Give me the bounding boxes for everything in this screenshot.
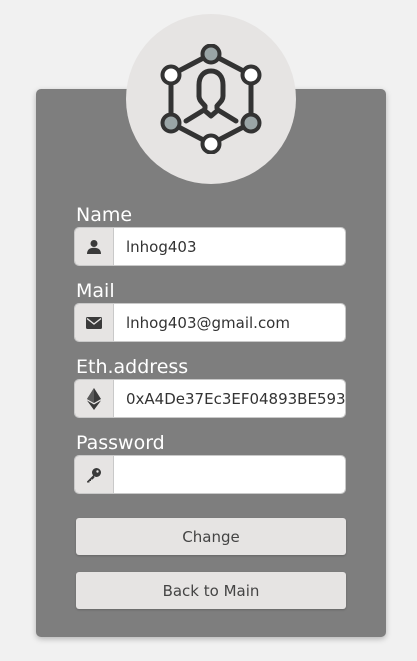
eth-address-addon — [75, 380, 114, 417]
password-input-group — [75, 456, 345, 493]
eth-address-label: Eth.address — [76, 356, 189, 378]
user-icon — [87, 239, 101, 254]
mail-addon — [75, 304, 114, 341]
name-label: Name — [76, 204, 133, 226]
password-input[interactable] — [114, 456, 345, 493]
profile-avatar — [126, 14, 296, 184]
name-input-group — [75, 228, 345, 265]
password-label: Password — [76, 432, 165, 454]
change-button[interactable]: Change — [76, 518, 346, 555]
name-input[interactable] — [114, 228, 345, 265]
eth-address-input[interactable] — [114, 380, 345, 417]
name-addon — [75, 228, 114, 265]
profile-page: Name Mail Eth.address — [0, 0, 417, 661]
mail-input-group — [75, 304, 345, 341]
mail-label: Mail — [76, 280, 115, 302]
envelope-icon — [86, 316, 102, 329]
ethereum-icon — [87, 387, 101, 410]
password-addon — [75, 456, 114, 493]
user-network-icon — [160, 44, 262, 154]
key-icon — [87, 467, 101, 482]
eth-address-input-group — [75, 380, 345, 417]
mail-input[interactable] — [114, 304, 345, 341]
back-to-main-button[interactable]: Back to Main — [76, 572, 346, 609]
